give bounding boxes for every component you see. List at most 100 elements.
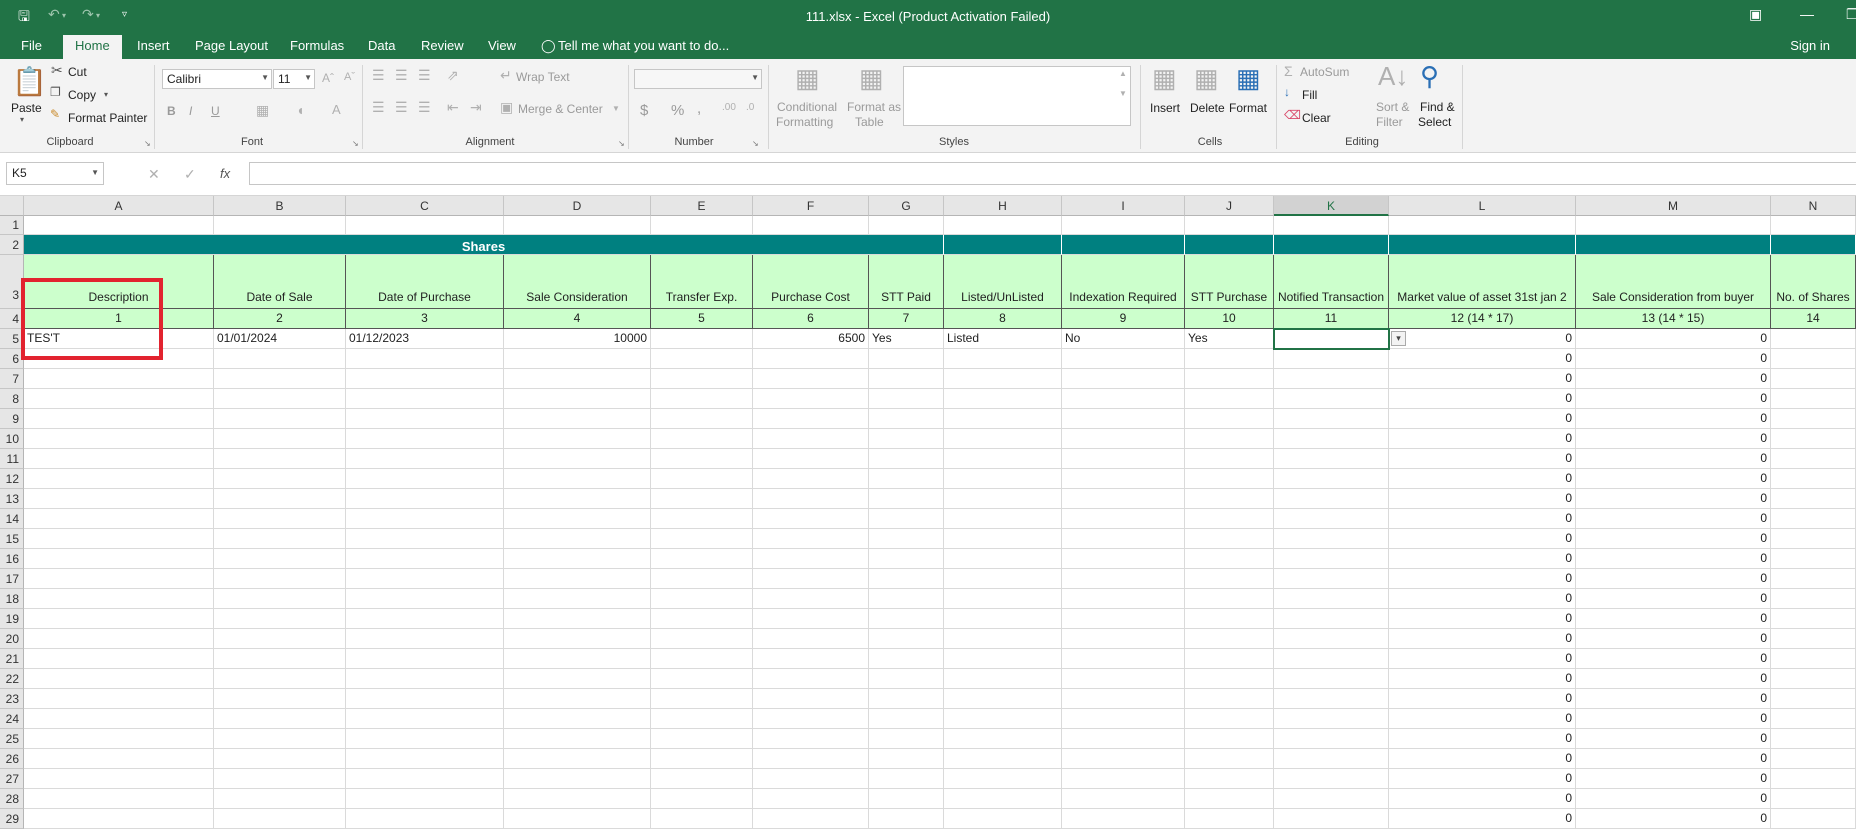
cell-k10[interactable] (1274, 429, 1389, 449)
format-as-table-button[interactable]: Format as (847, 100, 901, 114)
number-cell-j[interactable]: 10 (1185, 309, 1274, 329)
cell-d12[interactable] (504, 469, 651, 489)
header-cell-l[interactable]: Market value of asset 31st jan 2 (1389, 255, 1576, 309)
cell-j22[interactable] (1185, 669, 1274, 689)
sort-filter-button[interactable]: Sort & (1376, 100, 1409, 114)
cell-c9[interactable] (346, 409, 504, 429)
font-name-combo[interactable]: Calibri ▼ (162, 69, 272, 89)
cell-n19[interactable] (1771, 609, 1856, 629)
row-header-13[interactable]: 13 (0, 489, 24, 509)
font-size-combo[interactable]: 11 ▼ (273, 69, 315, 89)
cell-m25[interactable]: 0 (1576, 729, 1771, 749)
cell-i13[interactable] (1062, 489, 1185, 509)
column-header-j[interactable]: J (1185, 196, 1274, 216)
format-painter-button[interactable]: Format Painter (68, 111, 147, 125)
cell-k27[interactable] (1274, 769, 1389, 789)
cell-i9[interactable] (1062, 409, 1185, 429)
font-launcher-icon[interactable]: ↘ (352, 139, 359, 148)
cell-m10[interactable]: 0 (1576, 429, 1771, 449)
cell-d11[interactable] (504, 449, 651, 469)
cell-f14[interactable] (753, 509, 869, 529)
number-cell-f[interactable]: 6 (753, 309, 869, 329)
cell-c21[interactable] (346, 649, 504, 669)
cell-b23[interactable] (214, 689, 346, 709)
cell-styles-gallery[interactable] (903, 66, 1131, 126)
cell-h23[interactable] (944, 689, 1062, 709)
cell-h28[interactable] (944, 789, 1062, 809)
fill-icon[interactable]: ↓ (1284, 85, 1290, 99)
orientation-icon[interactable]: ⇗ (447, 67, 459, 84)
cell-m29[interactable]: 0 (1576, 809, 1771, 829)
cell-f5[interactable]: 6500 (753, 329, 869, 349)
borders-icon[interactable]: ▦ (256, 102, 269, 119)
conditional-formatting-icon[interactable]: ▦ (795, 63, 820, 94)
merge-center-button[interactable]: Merge & Center (518, 102, 603, 116)
column-header-c[interactable]: C (346, 196, 504, 216)
cell-a26[interactable] (24, 749, 214, 769)
cell-j29[interactable] (1185, 809, 1274, 829)
cell-n16[interactable] (1771, 549, 1856, 569)
cell-f27[interactable] (753, 769, 869, 789)
cell-b20[interactable] (214, 629, 346, 649)
cell-a16[interactable] (24, 549, 214, 569)
wrap-text-icon[interactable]: ↵ (500, 67, 512, 84)
cell-j2[interactable] (1185, 235, 1274, 255)
ribbon-display-icon[interactable]: ▣ (1749, 6, 1762, 23)
column-header-m[interactable]: M (1576, 196, 1771, 216)
cell-e14[interactable] (651, 509, 753, 529)
cell-g20[interactable] (869, 629, 944, 649)
cell-n13[interactable] (1771, 489, 1856, 509)
cell-h6[interactable] (944, 349, 1062, 369)
column-header-k[interactable]: K (1274, 196, 1389, 216)
cell-b24[interactable] (214, 709, 346, 729)
cell-m22[interactable]: 0 (1576, 669, 1771, 689)
decrease-font-icon[interactable]: Aˇ (344, 71, 355, 83)
cell-h24[interactable] (944, 709, 1062, 729)
cell-h10[interactable] (944, 429, 1062, 449)
align-top-icon[interactable]: ☰ (372, 67, 385, 84)
cell-h29[interactable] (944, 809, 1062, 829)
cell-l8[interactable]: 0 (1389, 389, 1576, 409)
cell-l18[interactable]: 0 (1389, 589, 1576, 609)
cell-b19[interactable] (214, 609, 346, 629)
cell-n25[interactable] (1771, 729, 1856, 749)
align-right-icon[interactable]: ☰ (418, 99, 431, 116)
cell-l22[interactable]: 0 (1389, 669, 1576, 689)
cell-j25[interactable] (1185, 729, 1274, 749)
cell-n6[interactable] (1771, 349, 1856, 369)
cell-l24[interactable]: 0 (1389, 709, 1576, 729)
minimize-icon[interactable]: — (1800, 6, 1814, 22)
row-header-1[interactable]: 1 (0, 216, 24, 235)
cell-l19[interactable]: 0 (1389, 609, 1576, 629)
cell-k11[interactable] (1274, 449, 1389, 469)
cell-i23[interactable] (1062, 689, 1185, 709)
cell-h12[interactable] (944, 469, 1062, 489)
paste-icon[interactable]: 📋 (12, 65, 47, 98)
cell-k19[interactable] (1274, 609, 1389, 629)
cell-i27[interactable] (1062, 769, 1185, 789)
header-cell-c[interactable]: Date of Purchase (346, 255, 504, 309)
cell-a20[interactable] (24, 629, 214, 649)
cell-h9[interactable] (944, 409, 1062, 429)
cell-c18[interactable] (346, 589, 504, 609)
cell-n24[interactable] (1771, 709, 1856, 729)
cell-j24[interactable] (1185, 709, 1274, 729)
cell-d14[interactable] (504, 509, 651, 529)
cell-f16[interactable] (753, 549, 869, 569)
cell-j8[interactable] (1185, 389, 1274, 409)
cell-n22[interactable] (1771, 669, 1856, 689)
cell-k20[interactable] (1274, 629, 1389, 649)
cell-b10[interactable] (214, 429, 346, 449)
format-as-table-icon[interactable]: ▦ (859, 63, 884, 94)
cell-d9[interactable] (504, 409, 651, 429)
cell-k8[interactable] (1274, 389, 1389, 409)
cell-f20[interactable] (753, 629, 869, 649)
cell-c17[interactable] (346, 569, 504, 589)
row-header-12[interactable]: 12 (0, 469, 24, 489)
cell-g15[interactable] (869, 529, 944, 549)
cell-i15[interactable] (1062, 529, 1185, 549)
row-header-22[interactable]: 22 (0, 669, 24, 689)
cell-e10[interactable] (651, 429, 753, 449)
cell-g22[interactable] (869, 669, 944, 689)
worksheet-grid[interactable]: A B C D E F G H I J K L M N 1 2 3 4 5 6 7 8 9 10 11 12 13 14 15 16 17 1… (0, 196, 1856, 830)
